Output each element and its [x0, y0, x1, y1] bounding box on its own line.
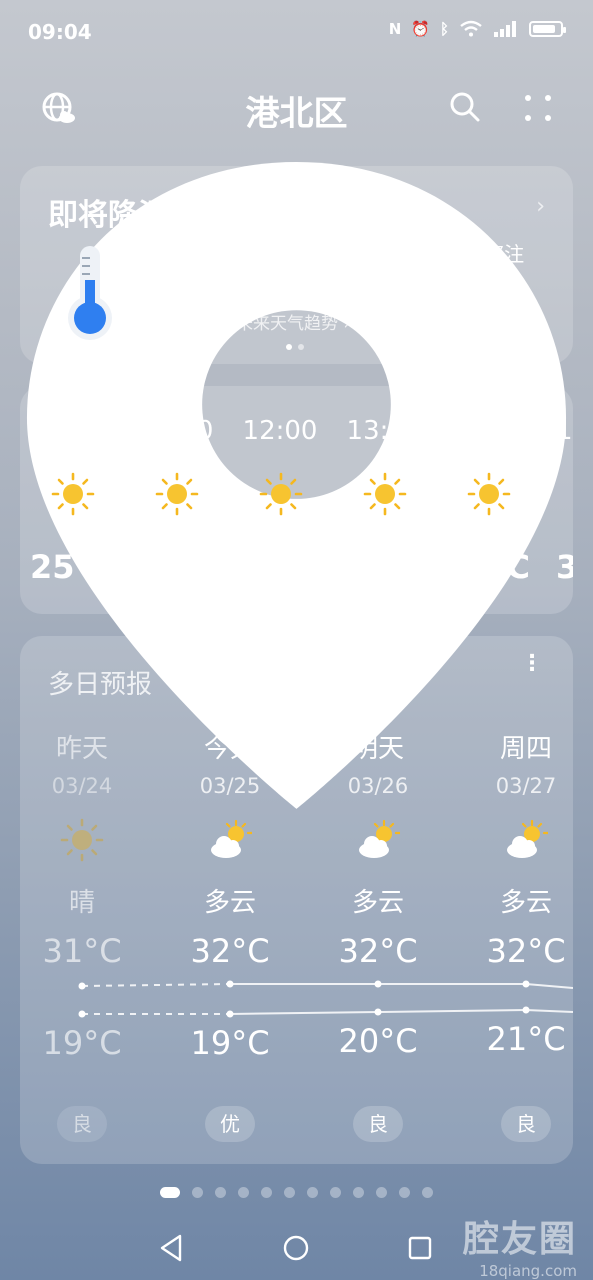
hour-time: 14:00: [450, 416, 526, 446]
page-dot[interactable]: [192, 1187, 203, 1198]
sun-icon: [259, 472, 303, 516]
signal-icon: [494, 21, 516, 37]
day-date: 03/27: [495, 774, 557, 798]
search-icon[interactable]: [448, 90, 482, 124]
day-high-temp: 32°C: [190, 932, 270, 970]
hour-time: 12:00: [242, 416, 318, 446]
page-dot[interactable]: [261, 1187, 272, 1198]
sun-icon: [51, 472, 95, 516]
hour-item: 14:00 31°C: [436, 386, 540, 614]
page-dot[interactable]: [284, 1187, 295, 1198]
day-low-temp: 19°C: [42, 1024, 122, 1062]
page-dot[interactable]: [422, 1187, 433, 1198]
partly-cloudy-icon: [208, 818, 252, 862]
day-high-temp: 31°C: [42, 932, 122, 970]
page-indicator[interactable]: [0, 1187, 593, 1198]
alarm-icon: ⏰: [411, 20, 430, 38]
watermark-domain: 18qiang.com: [479, 1262, 577, 1280]
day-high-temp: 32°C: [338, 932, 418, 970]
hour-temp: 30°C: [341, 548, 426, 586]
sun-icon: [60, 818, 104, 862]
day-column[interactable]: 明天 03/26 多云 32°C 20°C 良: [318, 636, 438, 1164]
hour-time: 10:00: [34, 416, 110, 446]
day-name: 明天: [351, 734, 404, 764]
multi-day-forecast-card[interactable]: 多日预报 ⋮ 昨天 03/24 晴 31°C 19°C 良 今天 03/25 多…: [20, 636, 573, 1164]
hour-temp: 28°C: [237, 548, 322, 586]
thermometer-snowflake-icon: [68, 246, 156, 340]
page-dot[interactable]: [330, 1187, 341, 1198]
hour-temp: 31°C: [445, 548, 530, 586]
temperature-drop-alert-card[interactable]: 即将降温，注意添衣 › 未来3天将有约11°C的降温，请您注意及时添衣保暖。 查…: [20, 166, 573, 364]
aqi-badge: 良: [57, 1106, 107, 1142]
day-name: 今天: [203, 734, 256, 764]
day-low-temp: 19°C: [190, 1024, 270, 1062]
chevron-right-icon: ›: [343, 314, 351, 334]
day-condition: 多云: [203, 888, 256, 918]
day-column[interactable]: 周四 03/27 多云 32°C 21°C 良: [466, 636, 573, 1164]
page-dot[interactable]: [376, 1187, 387, 1198]
hour-time: 13:00: [346, 416, 422, 446]
day-condition: 晴: [68, 888, 95, 918]
day-column[interactable]: 今天 03/25 多云 32°C 19°C 优: [170, 636, 290, 1164]
day-condition: 多云: [351, 888, 404, 918]
day-name: 周四: [499, 734, 552, 764]
alert-message: 未来3天将有约11°C的降温，请您注意及时添衣保暖。: [202, 242, 525, 294]
day-low-temp: 21°C: [486, 1020, 566, 1058]
weather-trend-link[interactable]: 查看未来天气趋势 ›: [202, 309, 350, 334]
watermark-brand: 腔友圈: [462, 1219, 577, 1260]
bluetooth-icon: ᛒ: [439, 20, 449, 38]
day-condition: 多云: [499, 888, 552, 918]
chevron-right-icon[interactable]: ›: [536, 194, 545, 219]
page-dot[interactable]: [215, 1187, 226, 1198]
status-icons: N ⏰ ᛒ: [388, 20, 566, 38]
hour-temp: 27°C: [133, 548, 218, 586]
status-time: 09:04: [28, 20, 92, 44]
hour-item: 10:00 25°C: [20, 386, 124, 614]
hour-temp: 3: [556, 548, 573, 586]
partly-cloudy-icon: [504, 818, 548, 862]
back-icon[interactable]: [152, 1228, 192, 1268]
day-date: 03/26: [347, 774, 409, 798]
hour-temp: 25°C: [29, 548, 114, 586]
day-date: 03/25: [199, 774, 261, 798]
recents-icon[interactable]: [400, 1228, 440, 1268]
hour-item-partial: 1 3: [540, 386, 573, 614]
home-icon[interactable]: [276, 1228, 316, 1268]
day-column[interactable]: 昨天 03/24 晴 31°C 19°C 良: [22, 636, 142, 1164]
hour-item: 12:00 28°C: [228, 386, 332, 614]
battery-level-fill: [533, 25, 556, 33]
aqi-badge: 良: [501, 1106, 551, 1142]
hour-time: 1: [556, 416, 573, 446]
hour-item: 13:00 30°C: [332, 386, 436, 614]
watermark: 腔友圈 18qiang.com: [463, 1210, 577, 1280]
pager-dot: [298, 344, 304, 350]
wifi-icon: [460, 20, 482, 37]
day-low-temp: 20°C: [338, 1022, 418, 1060]
page-dot[interactable]: [307, 1187, 318, 1198]
page-dot[interactable]: [399, 1187, 410, 1198]
sun-icon: [467, 472, 511, 516]
day-name: 昨天: [55, 734, 108, 764]
alert-title: 即将降温，注意添衣: [48, 198, 318, 233]
hour-time: 11:00: [138, 416, 214, 446]
sun-icon: [363, 472, 407, 516]
nfc-icon: N: [388, 20, 402, 38]
hourly-forecast-card[interactable]: 10:00 25°C 11:00 27°C 12:00 28°C 13:00 3…: [20, 386, 573, 614]
hour-item: 11:00 27°C: [124, 386, 228, 614]
battery-icon: [529, 21, 566, 37]
page-dot[interactable]: [160, 1187, 180, 1198]
alert-pager: [286, 344, 304, 350]
weather-trend-link-label: 查看未来天气趋势: [202, 314, 338, 334]
day-date: 03/24: [51, 774, 113, 798]
more-grid-icon[interactable]: [522, 92, 554, 124]
aqi-badge: 良: [353, 1106, 403, 1142]
sun-icon: [155, 472, 199, 516]
partly-cloudy-icon: [356, 818, 400, 862]
aqi-badge: 优: [205, 1106, 255, 1142]
location-name: 港北区: [245, 94, 348, 134]
pager-dot: [286, 344, 292, 350]
day-high-temp: 32°C: [486, 932, 566, 970]
page-dot[interactable]: [238, 1187, 249, 1198]
page-dot[interactable]: [353, 1187, 364, 1198]
